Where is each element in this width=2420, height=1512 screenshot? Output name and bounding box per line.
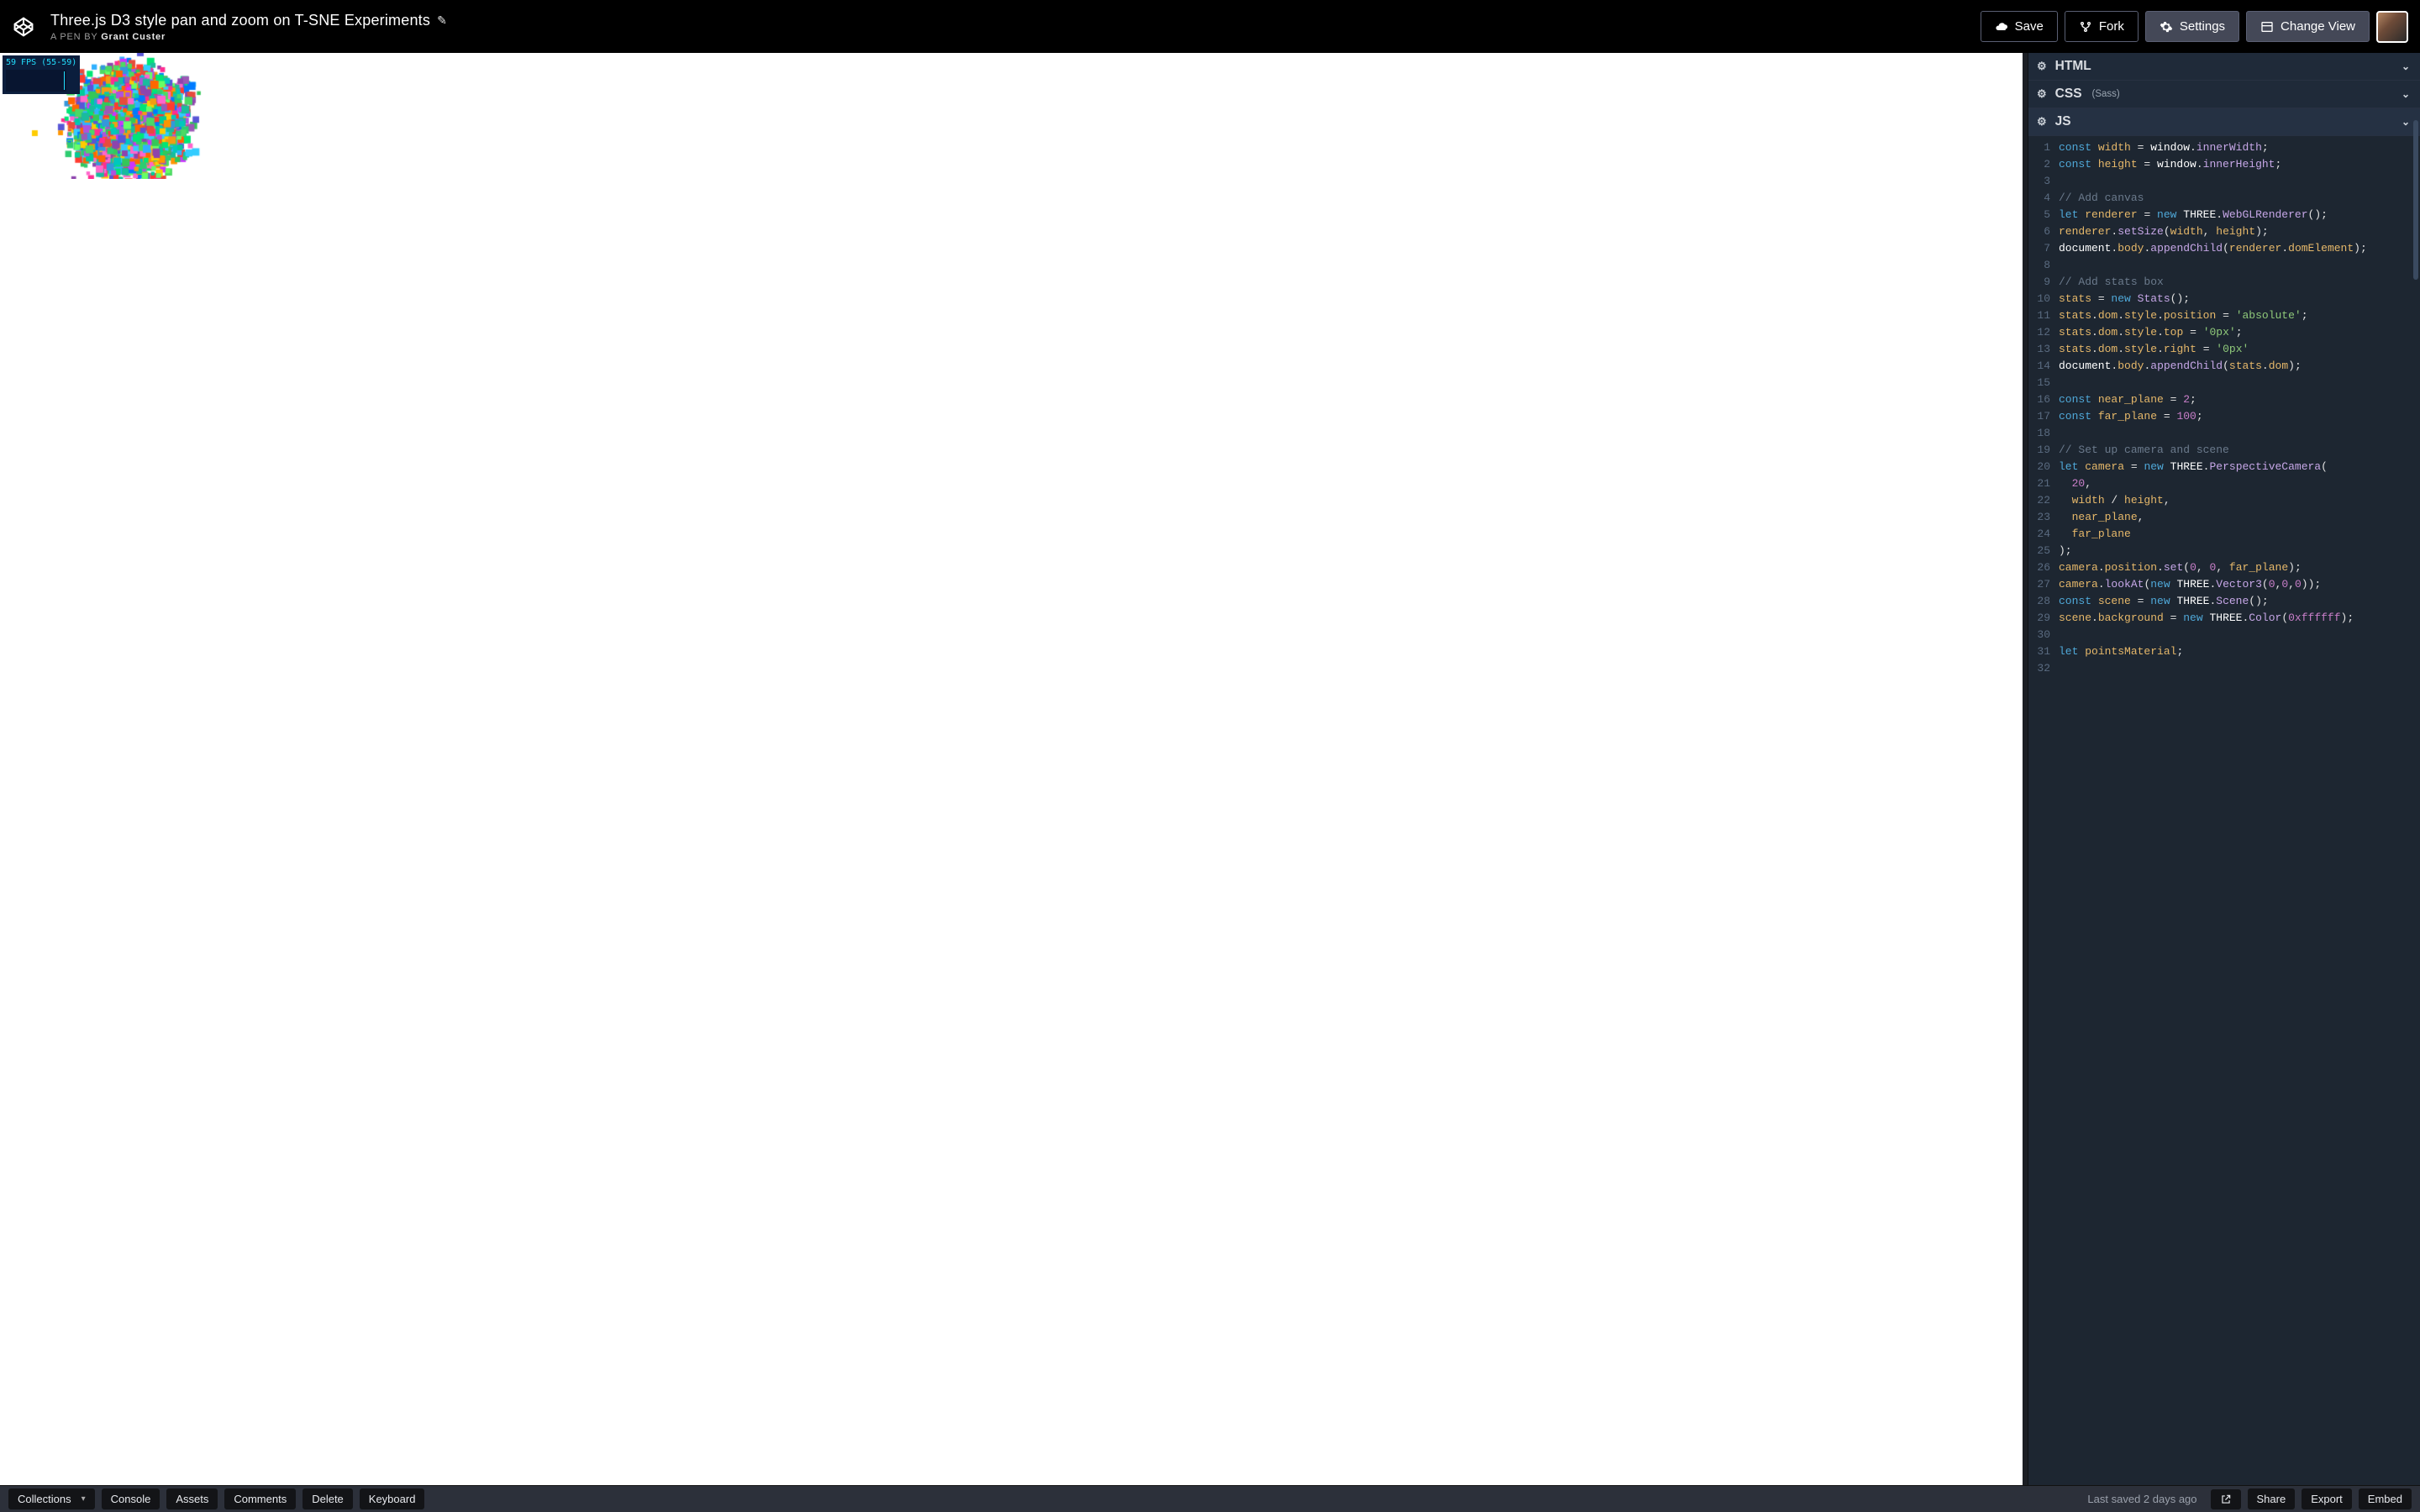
author-link[interactable]: Grant Custer bbox=[101, 32, 166, 42]
code-line[interactable]: 21 20, bbox=[2028, 475, 2420, 492]
chevron-down-icon[interactable]: ⌄ bbox=[2402, 116, 2410, 128]
open-new-window-button[interactable] bbox=[2211, 1489, 2241, 1509]
code-line[interactable]: 9// Add stats box bbox=[2028, 274, 2420, 291]
collections-button[interactable]: Collections bbox=[8, 1488, 95, 1509]
gear-icon bbox=[2160, 20, 2173, 34]
pen-meta: Three.js D3 style pan and zoom on T-SNE … bbox=[45, 12, 1970, 42]
code-line[interactable]: 6renderer.setSize(width, height); bbox=[2028, 223, 2420, 240]
code-line[interactable]: 3 bbox=[2028, 173, 2420, 190]
code-line[interactable]: 23 near_plane, bbox=[2028, 509, 2420, 526]
keyboard-button[interactable]: Keyboard bbox=[360, 1488, 425, 1509]
html-panel-header[interactable]: ⚙ HTML ⌄ bbox=[2028, 53, 2420, 81]
code-line[interactable]: 14document.body.appendChild(stats.dom); bbox=[2028, 358, 2420, 375]
embed-button[interactable]: Embed bbox=[2359, 1488, 2412, 1509]
js-panel-header[interactable]: ⚙ JS ⌄ bbox=[2028, 108, 2420, 136]
change-view-button[interactable]: Change View bbox=[2246, 11, 2370, 42]
fork-icon bbox=[2079, 20, 2092, 34]
pen-title[interactable]: Three.js D3 style pan and zoom on T-SNE … bbox=[50, 12, 430, 29]
code-line[interactable]: 16const near_plane = 2; bbox=[2028, 391, 2420, 408]
settings-button[interactable]: Settings bbox=[2145, 11, 2239, 42]
css-panel-header[interactable]: ⚙ CSS (Sass) ⌄ bbox=[2028, 81, 2420, 108]
chevron-down-icon[interactable]: ⌄ bbox=[2402, 60, 2410, 72]
code-line[interactable]: 2const height = window.innerHeight; bbox=[2028, 156, 2420, 173]
code-line[interactable]: 30 bbox=[2028, 627, 2420, 643]
editor-scrollbar[interactable] bbox=[2413, 120, 2418, 280]
code-line[interactable]: 20let camera = new THREE.PerspectiveCame… bbox=[2028, 459, 2420, 475]
delete-button[interactable]: Delete bbox=[302, 1488, 353, 1509]
code-line[interactable]: 28const scene = new THREE.Scene(); bbox=[2028, 593, 2420, 610]
edit-title-icon[interactable]: ✎ bbox=[437, 13, 447, 28]
code-line[interactable]: 11stats.dom.style.position = 'absolute'; bbox=[2028, 307, 2420, 324]
preview-pane[interactable]: 59 FPS (55-59) bbox=[0, 53, 2023, 1485]
code-line[interactable]: 13stats.dom.style.right = '0px' bbox=[2028, 341, 2420, 358]
top-actions: Save Fork Settings Change View bbox=[1981, 11, 2408, 43]
gear-icon[interactable]: ⚙ bbox=[2037, 115, 2047, 129]
avatar[interactable] bbox=[2376, 11, 2408, 43]
code-line[interactable]: 5let renderer = new THREE.WebGLRenderer(… bbox=[2028, 207, 2420, 223]
code-line[interactable]: 8 bbox=[2028, 257, 2420, 274]
code-line[interactable]: 26camera.position.set(0, 0, far_plane); bbox=[2028, 559, 2420, 576]
fork-button[interactable]: Fork bbox=[2065, 11, 2139, 42]
code-line[interactable]: 31let pointsMaterial; bbox=[2028, 643, 2420, 660]
code-line[interactable]: 1const width = window.innerWidth; bbox=[2028, 139, 2420, 156]
code-line[interactable]: 18 bbox=[2028, 425, 2420, 442]
code-line[interactable]: 32 bbox=[2028, 660, 2420, 677]
export-button[interactable]: Export bbox=[2302, 1488, 2352, 1509]
fps-graph bbox=[6, 70, 66, 92]
chevron-down-icon[interactable]: ⌄ bbox=[2402, 88, 2410, 100]
js-code-editor[interactable]: 1const width = window.innerWidth;2const … bbox=[2028, 136, 2420, 1485]
topbar: Three.js D3 style pan and zoom on T-SNE … bbox=[0, 0, 2420, 53]
codepen-logo-icon[interactable] bbox=[12, 15, 35, 39]
pen-byline: A PEN BY Grant Custer bbox=[50, 32, 1970, 42]
code-line[interactable]: 25); bbox=[2028, 543, 2420, 559]
code-line[interactable]: 4// Add canvas bbox=[2028, 190, 2420, 207]
cloud-icon bbox=[1995, 20, 2008, 34]
editor-column: ⚙ HTML ⌄ ⚙ CSS (Sass) ⌄ ⚙ JS ⌄ 1const wi… bbox=[2028, 53, 2420, 1485]
save-button[interactable]: Save bbox=[1981, 11, 2058, 42]
code-line[interactable]: 29scene.background = new THREE.Color(0xf… bbox=[2028, 610, 2420, 627]
fps-meter: 59 FPS (55-59) bbox=[3, 55, 80, 94]
code-line[interactable]: 22 width / height, bbox=[2028, 492, 2420, 509]
gear-icon[interactable]: ⚙ bbox=[2037, 87, 2047, 101]
comments-button[interactable]: Comments bbox=[224, 1488, 296, 1509]
gear-icon[interactable]: ⚙ bbox=[2037, 60, 2047, 73]
footer: Collections Console Assets Comments Dele… bbox=[0, 1485, 2420, 1512]
assets-button[interactable]: Assets bbox=[166, 1488, 218, 1509]
share-button[interactable]: Share bbox=[2248, 1488, 2296, 1509]
last-saved: Last saved 2 days ago bbox=[2087, 1493, 2196, 1505]
code-line[interactable]: 7document.body.appendChild(renderer.domE… bbox=[2028, 240, 2420, 257]
main: 59 FPS (55-59) ⚙ HTML ⌄ ⚙ CSS (Sass) ⌄ ⚙… bbox=[0, 53, 2420, 1485]
code-line[interactable]: 12stats.dom.style.top = '0px'; bbox=[2028, 324, 2420, 341]
code-line[interactable]: 19// Set up camera and scene bbox=[2028, 442, 2420, 459]
external-icon bbox=[2220, 1494, 2232, 1505]
code-line[interactable]: 24 far_plane bbox=[2028, 526, 2420, 543]
code-line[interactable]: 17const far_plane = 100; bbox=[2028, 408, 2420, 425]
code-line[interactable]: 27camera.lookAt(new THREE.Vector3(0,0,0)… bbox=[2028, 576, 2420, 593]
code-line[interactable]: 15 bbox=[2028, 375, 2420, 391]
console-button[interactable]: Console bbox=[102, 1488, 160, 1509]
layout-icon bbox=[2260, 20, 2274, 34]
code-line[interactable]: 10stats = new Stats(); bbox=[2028, 291, 2420, 307]
